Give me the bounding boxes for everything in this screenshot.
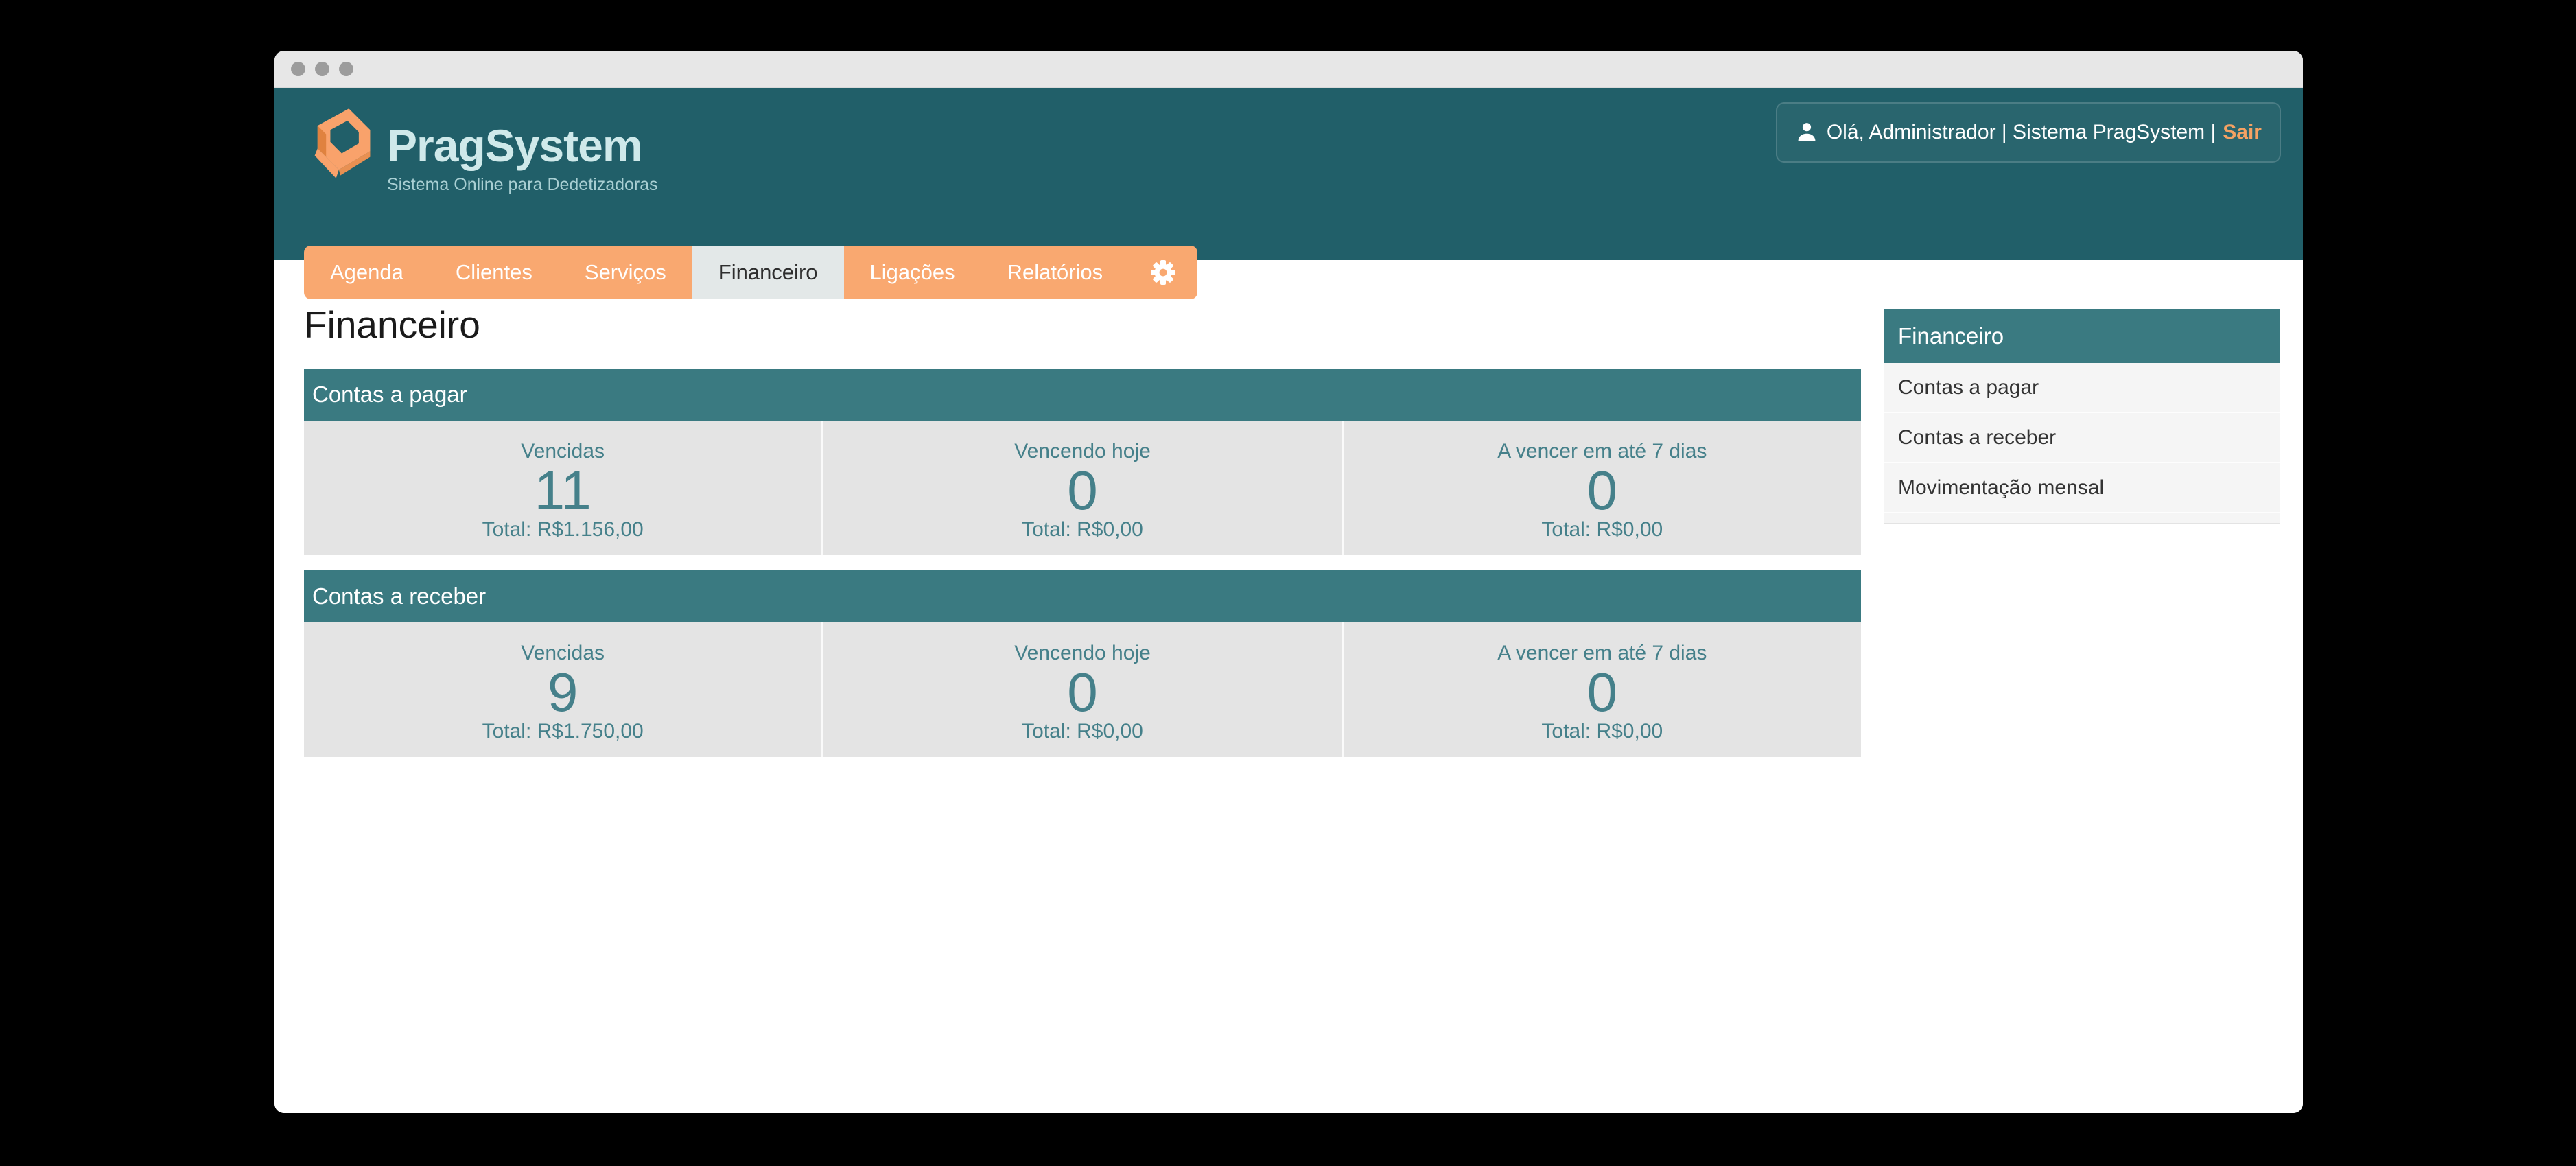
window-minimize-button[interactable] [315, 62, 329, 76]
vencendo-hoje-column: Vencendo hoje 0 Total: R$0,00 [821, 622, 1341, 757]
column-total: Total: R$0,00 [1022, 518, 1143, 541]
a-vencer-column: A vencer em até 7 dias 0 Total: R$0,00 [1341, 622, 1861, 757]
logo-subtitle: Sistema Online para Dedetizadoras [387, 175, 658, 195]
nav-tab-ligacoes[interactable]: Ligações [844, 246, 981, 299]
sidebar-footer [1884, 513, 2280, 524]
user-icon [1798, 123, 1816, 141]
app-header: PragSystem Sistema Online para Dedetizad… [274, 88, 2303, 299]
vencendo-hoje-column: Vencendo hoje 0 Total: R$0,00 [821, 421, 1341, 555]
user-info-box: Olá, Administrador | Sistema PragSystem … [1775, 102, 2281, 163]
column-value: 0 [1067, 662, 1098, 723]
window-titlebar [274, 51, 2303, 88]
financeiro-sidebar: Financeiro Contas a pagar Contas a receb… [1884, 309, 2280, 524]
column-value: 9 [547, 662, 578, 723]
nav-tab-settings[interactable] [1129, 246, 1197, 299]
nav-tab-financeiro[interactable]: Financeiro [692, 246, 844, 299]
nav-tab-servicos[interactable]: Serviços [559, 246, 692, 299]
window-close-button[interactable] [291, 62, 305, 76]
nav-tab-agenda[interactable]: Agenda [304, 246, 430, 299]
a-vencer-column: A vencer em até 7 dias 0 Total: R$0,00 [1341, 421, 1861, 555]
logo: PragSystem Sistema Online para Dedetizad… [306, 104, 658, 195]
column-value: 0 [1586, 662, 1618, 723]
contas-a-receber-panel: Contas a receber Vencidas 9 Total: R$1.7… [304, 570, 1861, 757]
column-total: Total: R$0,00 [1022, 720, 1143, 743]
window-maximize-button[interactable] [339, 62, 353, 76]
contas-a-pagar-panel: Contas a pagar Vencidas 11 Total: R$1.15… [304, 369, 1861, 555]
nav-tab-relatorios[interactable]: Relatórios [981, 246, 1129, 299]
vencidas-column: Vencidas 11 Total: R$1.156,00 [304, 421, 821, 555]
sidebar-title: Financeiro [1884, 309, 2280, 363]
column-value: 0 [1586, 460, 1618, 521]
gear-icon [1151, 260, 1176, 285]
logout-link[interactable]: Sair [2223, 121, 2262, 144]
vencidas-column: Vencidas 9 Total: R$1.750,00 [304, 622, 821, 757]
main-nav: Agenda Clientes Serviços Financeiro Liga… [304, 246, 1198, 299]
column-total: Total: R$1.750,00 [482, 720, 644, 743]
column-value: 11 [534, 460, 592, 521]
column-total: Total: R$0,00 [1541, 518, 1663, 541]
logo-icon [314, 108, 371, 178]
column-total: Total: R$0,00 [1541, 720, 1663, 743]
panel-title: Contas a pagar [304, 369, 1861, 421]
sidebar-item-movimentacao-mensal[interactable]: Movimentação mensal [1884, 463, 2280, 513]
browser-window: PragSystem Sistema Online para Dedetizad… [274, 51, 2303, 1113]
column-value: 0 [1067, 460, 1098, 521]
logo-title: PragSystem [387, 120, 643, 171]
column-total: Total: R$1.156,00 [482, 518, 644, 541]
nav-tab-clientes[interactable]: Clientes [430, 246, 559, 299]
user-greeting: Olá, Administrador | Sistema PragSystem … [1826, 121, 2216, 143]
sidebar-item-contas-a-receber[interactable]: Contas a receber [1884, 413, 2280, 463]
sidebar-item-contas-a-pagar[interactable]: Contas a pagar [1884, 363, 2280, 413]
panel-title: Contas a receber [304, 570, 1861, 622]
main-content: Financeiro Contas a pagar Vencidas 11 To… [274, 260, 2303, 1113]
